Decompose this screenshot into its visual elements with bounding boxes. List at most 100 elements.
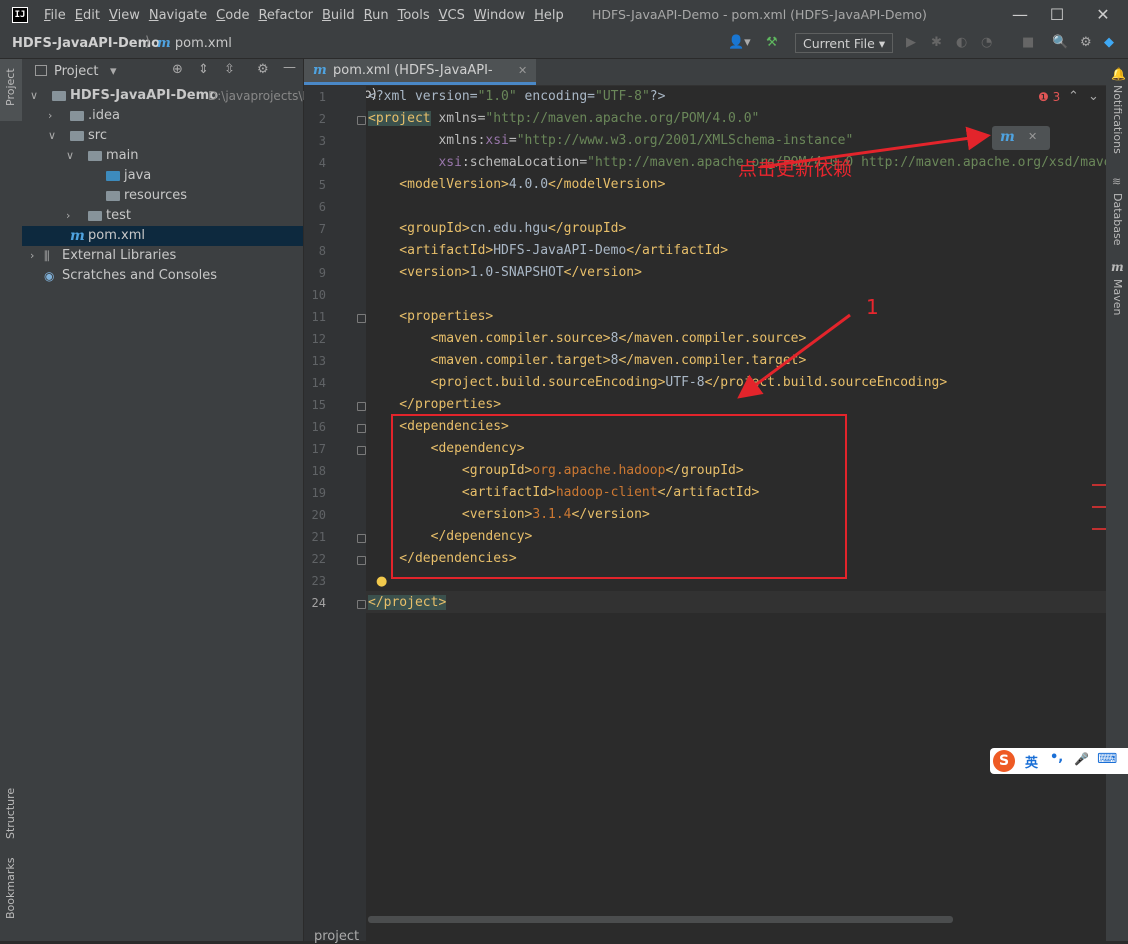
fold-marker[interactable] <box>357 556 366 565</box>
plugin-icon[interactable]: ◆ <box>1104 35 1114 50</box>
tree-item[interactable]: ◉ Scratches and Consoles <box>22 266 303 286</box>
fold-marker[interactable] <box>357 424 366 433</box>
debug-icon[interactable]: ✱ <box>931 35 942 50</box>
tree-item[interactable]: ∨ HDFS-JavaAPI-Demo D:\javaprojects\HD <box>22 86 321 106</box>
menu-item-vcs[interactable]: VCS <box>439 8 465 23</box>
stop-icon[interactable]: ■ <box>1022 35 1034 50</box>
menu-item-window[interactable]: Window <box>474 8 525 23</box>
collapse-all-icon[interactable]: ⇳ <box>224 62 235 77</box>
ime-punctuation[interactable]: •, <box>1050 750 1063 765</box>
chevron-up-icon[interactable]: ⌃ <box>1068 89 1079 104</box>
project-panel-title[interactable]: Project <box>54 64 98 79</box>
maven-icon[interactable]: m <box>1111 260 1124 274</box>
close-icon[interactable]: ✕ <box>518 59 527 83</box>
chevron-down-icon[interactable]: ⌄ <box>1088 89 1099 104</box>
chevron-down-icon[interactable]: ▾ <box>110 64 117 79</box>
tree-item[interactable]: › ⫼ External Libraries <box>22 246 303 266</box>
tool-window-structure[interactable]: Structure <box>4 788 17 839</box>
hide-icon[interactable]: — <box>283 60 296 75</box>
tree-item[interactable]: ∨ src <box>22 126 303 146</box>
bell-icon[interactable]: 🔔 <box>1111 67 1126 81</box>
code-line[interactable]: <groupId>cn.edu.hgu</groupId> <box>368 218 626 240</box>
code-line[interactable]: </properties> <box>368 394 501 416</box>
fold-marker[interactable] <box>357 116 366 125</box>
fold-marker[interactable] <box>357 402 366 411</box>
tree-item[interactable]: resources <box>22 186 303 206</box>
build-hammer-icon[interactable]: ⚒ <box>766 35 778 50</box>
search-icon[interactable]: 🔍 <box>1052 35 1068 50</box>
expand-all-icon[interactable]: ⇕ <box>198 62 209 77</box>
microphone-icon[interactable]: 🎤 <box>1074 752 1089 766</box>
minimize-icon[interactable]: — <box>1005 4 1035 26</box>
menu-item-navigate[interactable]: Navigate <box>149 8 207 23</box>
tree-item[interactable]: ∨ main <box>22 146 303 166</box>
chevron-down-icon[interactable]: ∨ <box>66 146 74 166</box>
menu-item-tools[interactable]: Tools <box>398 8 430 23</box>
close-window-icon[interactable]: ✕ <box>1088 4 1118 26</box>
user-icon[interactable]: 👤▾ <box>728 35 751 50</box>
code-line[interactable]: <project xmlns="http://maven.apache.org/… <box>368 108 759 130</box>
menu-item-run[interactable]: Run <box>364 8 389 23</box>
code-line[interactable]: <project.build.sourceEncoding>UTF-8</pro… <box>368 372 948 394</box>
breadcrumb-file[interactable]: m pom.xml <box>157 36 232 51</box>
fold-marker[interactable] <box>357 446 366 455</box>
tab-pom-xml[interactable]: m pom.xml (HDFS-JavaAPI-Demo) ✕ <box>304 59 536 102</box>
menu-item-build[interactable]: Build <box>322 8 355 23</box>
tool-window-notifications[interactable]: Notifications <box>1111 85 1124 154</box>
chevron-down-icon[interactable]: ∨ <box>48 126 56 146</box>
gear-icon[interactable]: ⚙ <box>1080 35 1092 50</box>
menu-item-edit[interactable]: Edit <box>75 8 100 23</box>
code-line[interactable]: <artifactId>HDFS-JavaAPI-Demo</artifactI… <box>368 240 728 262</box>
code-line[interactable]: <version>1.0-SNAPSHOT</version> <box>368 262 642 284</box>
code-line[interactable]: <?xml version="1.0" encoding="UTF-8"?> <box>368 86 665 108</box>
menu-item-code[interactable]: Code <box>216 8 249 23</box>
ime-language[interactable]: 英 <box>1025 752 1038 771</box>
code-line[interactable]: </project> <box>368 592 447 614</box>
chevron-right-icon[interactable]: › <box>66 206 70 226</box>
horizontal-scrollbar[interactable] <box>368 916 953 923</box>
error-stripe-mark[interactable] <box>1092 484 1106 486</box>
menu-item-refactor[interactable]: Refactor <box>258 8 313 23</box>
fold-marker[interactable] <box>357 314 366 323</box>
tree-item[interactable]: › test <box>22 206 303 226</box>
run-icon[interactable]: ▶ <box>906 35 916 50</box>
maven-reload-icon[interactable]: m <box>1000 129 1015 145</box>
chevron-down-icon[interactable]: ∨ <box>30 86 38 106</box>
menu-item-file[interactable]: File <box>44 8 66 23</box>
fold-marker[interactable] <box>357 600 366 609</box>
code-line[interactable]: <modelVersion>4.0.0</modelVersion> <box>368 174 665 196</box>
chevron-right-icon[interactable]: › <box>48 106 52 126</box>
tool-window-database[interactable]: Database <box>1111 193 1124 246</box>
database-icon[interactable]: ≋ <box>1112 175 1121 188</box>
tool-window-maven[interactable]: Maven <box>1111 279 1124 315</box>
coverage-icon[interactable]: ◐ <box>956 35 967 50</box>
error-stripe-mark[interactable] <box>1092 528 1106 530</box>
tree-item[interactable]: › .idea <box>22 106 303 126</box>
maximize-icon[interactable]: ☐ <box>1042 4 1072 26</box>
error-stripe-mark[interactable] <box>1092 506 1106 508</box>
breadcrumb-project[interactable]: HDFS-JavaAPI-Demo <box>12 36 160 51</box>
chevron-right-icon[interactable]: › <box>30 246 34 266</box>
tool-window-bookmarks[interactable]: Bookmarks <box>4 858 17 919</box>
ime-logo-icon[interactable]: S <box>993 750 1015 772</box>
fold-marker[interactable] <box>357 534 366 543</box>
profile-icon[interactable]: ◔ <box>981 35 992 50</box>
code-line[interactable]: <maven.compiler.target>8</maven.compiler… <box>368 350 807 372</box>
run-config-select[interactable]: Current File ▾ <box>795 33 893 53</box>
gear-icon[interactable]: ⚙ <box>257 62 269 77</box>
code-line[interactable]: xmlns:xsi="http://www.w3.org/2001/XMLSch… <box>368 130 853 152</box>
code-line[interactable]: xsi:schemaLocation="http://maven.apache.… <box>368 152 1106 174</box>
tree-item[interactable]: m pom.xml <box>22 226 303 246</box>
menu-item-view[interactable]: View <box>109 8 140 23</box>
keyboard-icon[interactable]: ⌨ <box>1097 751 1117 767</box>
code-line[interactable]: <maven.compiler.source>8</maven.compiler… <box>368 328 807 350</box>
error-indicator[interactable]: ❶ 3 <box>1038 90 1060 104</box>
lightbulb-icon[interactable]: ● <box>376 574 387 589</box>
code-line[interactable]: <properties> <box>368 306 493 328</box>
close-icon[interactable]: ✕ <box>1028 130 1037 143</box>
tool-window-project[interactable]: Project <box>4 68 17 106</box>
breadcrumb-xml-tag[interactable]: project <box>314 929 359 944</box>
tree-item[interactable]: java <box>22 166 303 186</box>
menu-item-help[interactable]: Help <box>534 8 564 23</box>
locate-icon[interactable]: ⊕ <box>172 62 183 77</box>
